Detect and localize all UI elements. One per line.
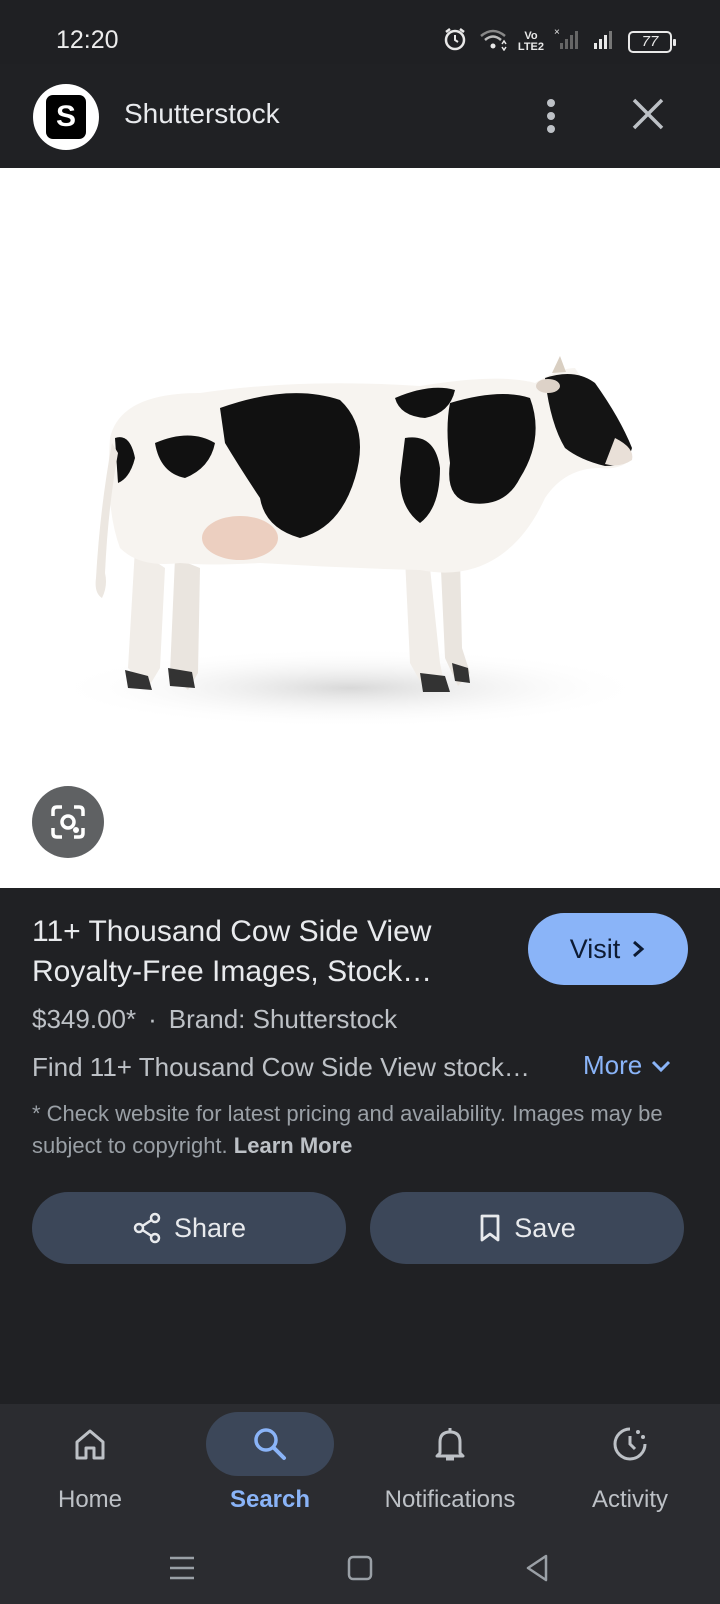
nav-notifications-icon-wrap [386,1412,514,1476]
site-header: S Shutterstock [0,64,720,168]
bookmark-icon [480,1214,500,1242]
battery-indicator: 77 [628,30,676,53]
nav-home-icon-wrap [26,1412,154,1476]
signal-1-icon: × [554,27,582,56]
status-icons: Vo LTE2 × 77 [442,26,676,57]
cow-image [50,356,650,728]
nav-search-label: Search [229,1486,311,1513]
chevron-down-icon [652,1060,671,1072]
more-label: More [583,1050,643,1080]
more-options-button[interactable] [536,96,566,136]
result-title[interactable]: 11+ Thousand Cow Side View Royalty-Free … [32,912,482,992]
svg-text:×: × [554,27,560,38]
recents-button[interactable] [162,1548,202,1588]
result-info-panel: 11+ Thousand Cow Side View Royalty-Free … [0,888,720,1404]
lens-icon [51,805,85,839]
nav-activity[interactable]: Activity [540,1404,720,1534]
volte-indicator: Vo LTE2 [517,29,544,53]
brand: Brand: Shutterstock [168,1004,398,1034]
separator: · [148,1004,157,1034]
close-icon [632,98,664,130]
wifi-icon [478,27,508,56]
menu-icon [170,1556,194,1580]
site-logo[interactable]: S [33,84,99,150]
price-row: $349.00* · Brand: Shutterstock [32,1004,397,1035]
save-button[interactable]: Save [370,1192,684,1264]
result-image[interactable] [0,168,720,888]
shutterstock-logo-icon: S [46,95,86,139]
visit-label: Visit [569,933,621,964]
close-button[interactable] [628,94,668,134]
nav-activity-icon-wrap [566,1412,694,1476]
description: Find 11+ Thousand Cow Side View stock… [32,1052,530,1082]
share-icon [133,1212,161,1244]
more-vert-icon [547,99,555,133]
more-button[interactable]: More [583,1050,672,1081]
back-button[interactable] [518,1548,558,1588]
system-navigation-bar [0,1534,720,1604]
home-icon [75,1429,105,1460]
square-icon [347,1555,373,1581]
back-triangle-icon [526,1554,548,1582]
nav-home[interactable]: Home [0,1404,180,1534]
search-icon [254,1428,286,1460]
save-label: Save [514,1212,576,1243]
site-name: Shutterstock [124,98,280,129]
nav-notifications[interactable]: Notifications [360,1404,540,1534]
price: $349.00* [32,1004,137,1034]
bell-icon [435,1428,465,1461]
activity-icon [613,1427,647,1461]
nav-activity-label: Activity [591,1486,668,1513]
nav-search[interactable]: Search [180,1404,360,1534]
signal-2-icon [592,27,618,56]
status-time: 12:20 [56,26,119,54]
nav-search-icon-wrap [206,1412,334,1476]
google-lens-button[interactable] [32,786,104,858]
nav-notifications-label: Notifications [384,1486,516,1513]
nav-home-label: Home [57,1486,123,1513]
alarm-icon [442,26,468,57]
disclaimer: * Check website for latest pricing and a… [32,1098,672,1162]
share-label: Share [173,1212,247,1243]
visit-button[interactable]: Visit [528,913,688,985]
learn-more-link[interactable]: Learn More [234,1133,353,1158]
bottom-navigation: Home Search Notifications Activity [0,1404,720,1534]
home-system-button[interactable] [340,1548,380,1588]
chevron-right-icon [633,940,645,958]
share-button[interactable]: Share [32,1192,346,1264]
